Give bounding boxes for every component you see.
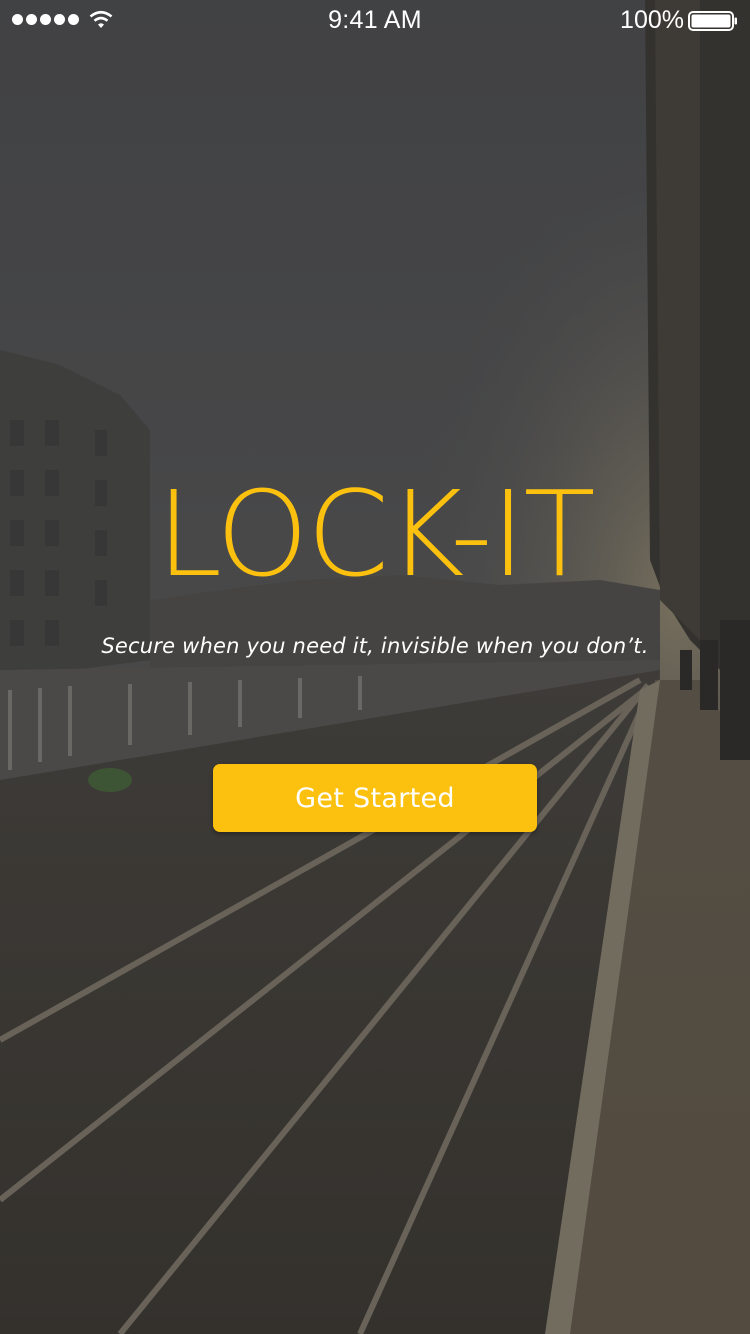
- status-bar: 9:41 AM 100%: [0, 0, 750, 40]
- app-tagline: Secure when you need it, invisible when …: [101, 634, 649, 658]
- welcome-screen: 9:41 AM 100% LOCK-IT Secure when you nee…: [0, 0, 750, 1334]
- battery-percent: 100%: [620, 6, 684, 34]
- get-started-button[interactable]: Get Started: [213, 764, 537, 832]
- background-dim-overlay: [0, 0, 750, 1334]
- battery-icon: [688, 11, 737, 31]
- app-title: LOCK-IT: [156, 465, 595, 603]
